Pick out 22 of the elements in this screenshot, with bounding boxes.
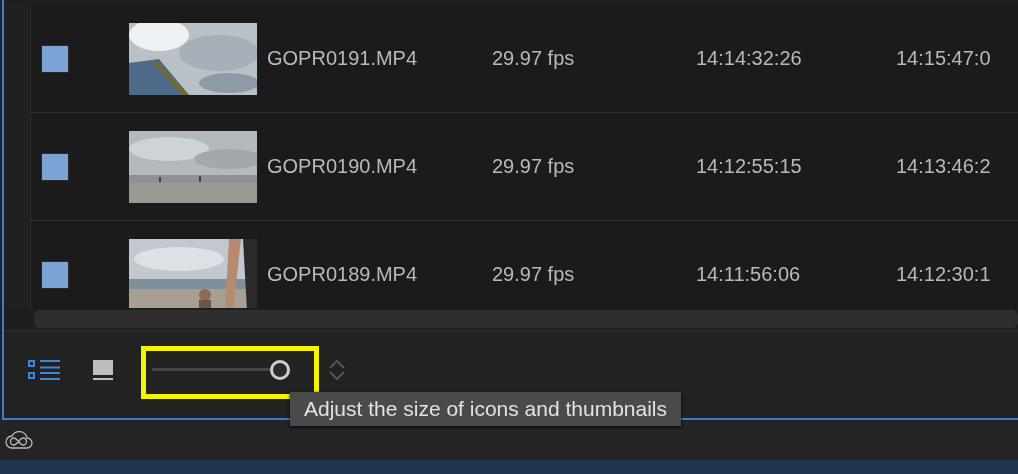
- table-cell-text: GOPR0191.MP4: [267, 47, 419, 70]
- table-cell-text: 29.97 fps: [492, 155, 576, 178]
- table-cell-text: 14:15:47:0: [896, 47, 992, 70]
- table-cell-text: 14:14:32:26: [696, 47, 803, 70]
- slider-thumb[interactable]: [270, 360, 290, 380]
- icon-view-icon[interactable]: [92, 358, 114, 381]
- tooltip: Adjust the size of icons and thumbnails: [290, 392, 682, 426]
- table-cell-text: 14:11:56:06: [696, 263, 802, 286]
- label-swatch[interactable]: [41, 44, 69, 73]
- label-swatch[interactable]: [41, 260, 69, 289]
- table-cell-text: 29.97 fps: [492, 47, 576, 70]
- clip-row[interactable]: GOPR0190.MP4 29.97 fps 14:12:55:15 14:13:46:2: [31, 113, 1018, 221]
- table-cell-text: 14:12:55:15: [696, 155, 803, 178]
- table-cell-text: GOPR0190.MP4: [267, 155, 419, 178]
- table-cell-text: GOPR0189.MP4: [267, 263, 419, 286]
- creative-cloud-icon[interactable]: [4, 428, 34, 452]
- list-view-icon[interactable]: [28, 358, 62, 381]
- table-cell-text: 14:13:46:2: [896, 155, 992, 178]
- label-swatch[interactable]: [41, 152, 69, 181]
- table-cell-text: 14:12:30:1: [896, 263, 992, 286]
- clip-row[interactable]: GOPR0191.MP4 29.97 fps 14:14:32:26 14:15:47:0: [31, 5, 1018, 113]
- table-cell-text: 29.97 fps: [492, 263, 576, 286]
